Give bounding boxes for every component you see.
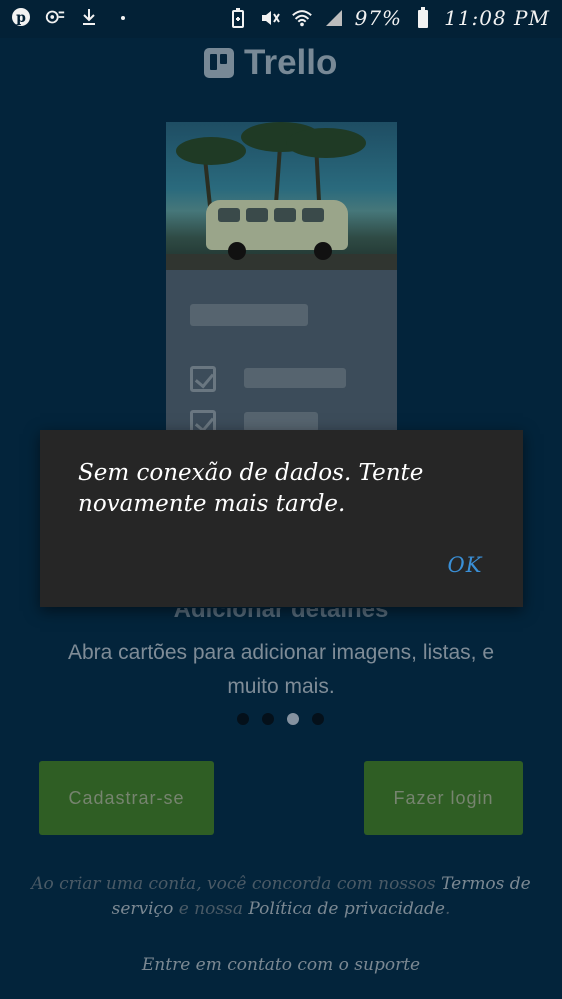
ok-button[interactable]: OK [440, 550, 490, 580]
placeholder-line [244, 368, 346, 388]
legal-prefix: Ao criar uma conta, você concorda com no… [31, 874, 442, 894]
pinterest-icon: p [10, 6, 32, 28]
privacy-policy-link[interactable]: Política de privacidade [248, 899, 445, 919]
placeholder-title [190, 304, 308, 326]
onboarding-illustration [166, 122, 397, 432]
signup-button[interactable]: Cadastrar-se [39, 761, 214, 835]
dialog-message: Sem conexão de dados. Tente novamente ma… [78, 460, 424, 517]
legal-suffix: . [445, 899, 451, 919]
beach-van-photo [166, 122, 397, 270]
svg-text:p: p [16, 10, 26, 26]
dot-icon [112, 6, 134, 28]
status-right-icons: 97% 11:08 PM [227, 6, 550, 30]
pager-dot[interactable] [237, 713, 249, 725]
legal-notice: Ao criar uma conta, você concorda com no… [30, 872, 532, 922]
signal-icon [323, 7, 345, 29]
placeholder-checkbox-icon [190, 366, 216, 392]
contact-support-link[interactable]: Entre em contato com o suporte [0, 955, 562, 975]
pager-dots [237, 713, 324, 725]
app-name: Trello [244, 43, 338, 82]
pager-dot[interactable] [312, 713, 324, 725]
settings-sync-icon [44, 6, 66, 28]
battery-icon [412, 7, 434, 29]
no-connection-dialog: Sem conexão de dados. Tente novamente ma… [40, 430, 523, 607]
download-icon [78, 6, 100, 28]
placeholder-checkbox-icon [190, 410, 216, 432]
legal-middle: e nossa [173, 899, 249, 919]
mute-icon [259, 7, 281, 29]
battery-saver-icon [227, 7, 249, 29]
app-logo: Trello [204, 43, 337, 83]
placeholder-line [244, 412, 318, 432]
clock: 11:08 PM [444, 6, 550, 30]
trello-logo-icon [204, 48, 234, 78]
slide-description: Abra cartões para adicionar imagens, lis… [67, 641, 495, 698]
pager-dot-active[interactable] [287, 713, 299, 725]
login-button[interactable]: Fazer login [364, 761, 523, 835]
status-bar: p 97% 11:08 PM [0, 0, 562, 38]
wifi-icon [291, 7, 313, 29]
status-left-icons: p [10, 6, 134, 28]
battery-percent: 97% [354, 6, 403, 30]
pager-dot[interactable] [262, 713, 274, 725]
